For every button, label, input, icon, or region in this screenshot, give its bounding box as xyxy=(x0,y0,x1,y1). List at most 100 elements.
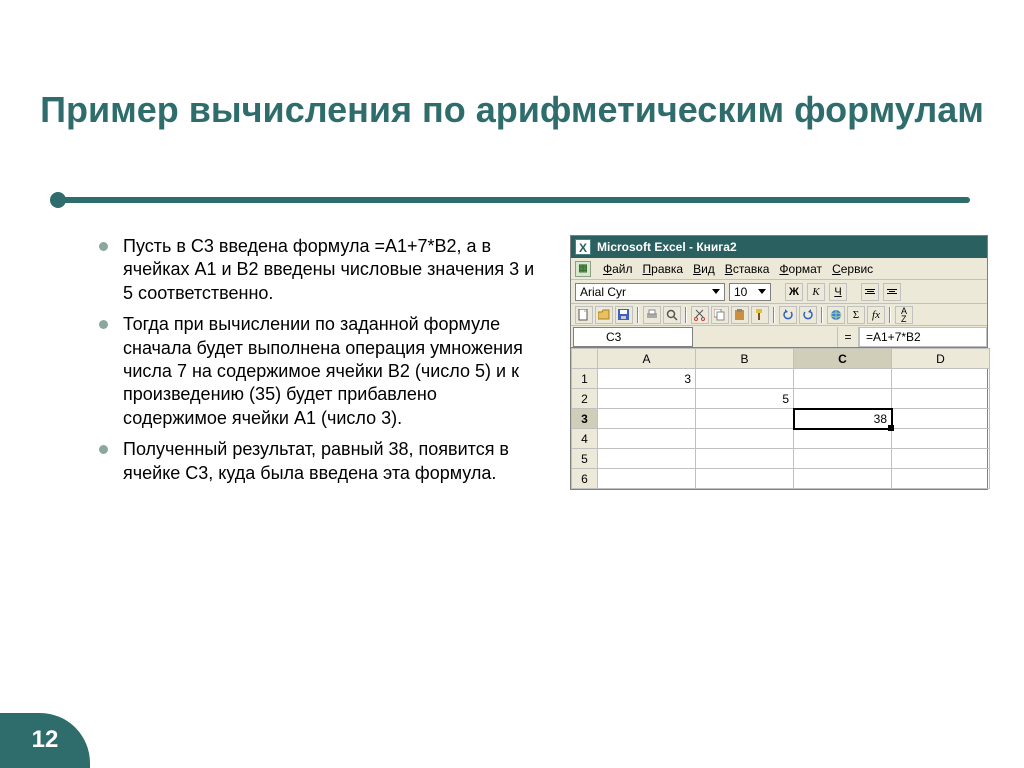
row-header-5[interactable]: 5 xyxy=(572,449,598,469)
copy-icon[interactable] xyxy=(711,306,729,324)
menu-tools[interactable]: Сервис xyxy=(832,262,873,276)
page-number: 12 xyxy=(20,726,70,754)
cell-C3-active[interactable]: 38 xyxy=(794,409,892,429)
cell-C5[interactable] xyxy=(794,449,892,469)
toolbar-separator xyxy=(821,307,823,323)
print-preview-icon[interactable] xyxy=(663,306,681,324)
cut-icon[interactable] xyxy=(691,306,709,324)
grid-row: 2 5 xyxy=(572,389,990,409)
italic-button[interactable]: К xyxy=(807,283,825,301)
row-header-2[interactable]: 2 xyxy=(572,389,598,409)
function-icon[interactable]: fx xyxy=(867,306,885,324)
row-header-6[interactable]: 6 xyxy=(572,469,598,489)
paste-icon[interactable] xyxy=(731,306,749,324)
chevron-down-icon xyxy=(712,289,720,294)
bullet-item: Пусть в С3 введена формула =А1+7*В2, а в… xyxy=(95,235,535,305)
excel-menubar: ▦ Файл Правка Вид Вставка Формат Сервис xyxy=(571,258,987,280)
format-painter-icon[interactable] xyxy=(751,306,769,324)
cell-A4[interactable] xyxy=(598,429,696,449)
cell-A1[interactable]: 3 xyxy=(598,369,696,389)
cell-C1[interactable] xyxy=(794,369,892,389)
cell-B5[interactable] xyxy=(696,449,794,469)
select-all-corner[interactable] xyxy=(572,349,598,369)
menu-edit[interactable]: Правка xyxy=(643,262,684,276)
excel-screenshot: X Microsoft Excel - Книга2 ▦ Файл Правка… xyxy=(570,235,988,490)
excel-doc-icon: ▦ xyxy=(575,261,591,277)
cell-D4[interactable] xyxy=(892,429,990,449)
cell-D2[interactable] xyxy=(892,389,990,409)
hyperlink-icon[interactable] xyxy=(827,306,845,324)
toolbar-separator xyxy=(685,307,687,323)
underline-button[interactable]: Ч xyxy=(829,283,847,301)
cell-C4[interactable] xyxy=(794,429,892,449)
excel-app-icon: X xyxy=(575,239,591,255)
excel-formula-bar: C3 = =A1+7*B2 xyxy=(571,326,987,348)
excel-window-title: Microsoft Excel - Книга2 xyxy=(597,240,737,254)
row-header-1[interactable]: 1 xyxy=(572,369,598,389)
cell-B2[interactable]: 5 xyxy=(696,389,794,409)
menu-file[interactable]: Файл xyxy=(603,262,633,276)
excel-titlebar: X Microsoft Excel - Книга2 xyxy=(571,236,987,258)
cell-D5[interactable] xyxy=(892,449,990,469)
toolbar-separator xyxy=(889,307,891,323)
menu-view[interactable]: Вид xyxy=(693,262,715,276)
cell-D1[interactable] xyxy=(892,369,990,389)
col-header-B[interactable]: B xyxy=(696,349,794,369)
align-left-button[interactable] xyxy=(861,283,879,301)
row-header-3[interactable]: 3 xyxy=(572,409,598,429)
bullet-list: Пусть в С3 введена формула =А1+7*В2, а в… xyxy=(95,235,535,493)
toolbar-separator xyxy=(773,307,775,323)
cell-B1[interactable] xyxy=(696,369,794,389)
excel-grid: A B C D 1 3 2 5 xyxy=(571,348,987,489)
font-name-dropdown[interactable]: Arial Cyr xyxy=(575,283,725,301)
equals-label: = xyxy=(837,327,859,347)
cell-B3[interactable] xyxy=(696,409,794,429)
sort-asc-icon[interactable]: AZ xyxy=(895,306,913,324)
row-header-4[interactable]: 4 xyxy=(572,429,598,449)
cell-D3[interactable] xyxy=(892,409,990,429)
autosum-icon[interactable]: Σ xyxy=(847,306,865,324)
cell-A3[interactable] xyxy=(598,409,696,429)
cell-B6[interactable] xyxy=(696,469,794,489)
underline-bar xyxy=(58,197,970,203)
cell-D6[interactable] xyxy=(892,469,990,489)
name-box[interactable]: C3 xyxy=(573,327,693,347)
cell-C6[interactable] xyxy=(794,469,892,489)
menu-format[interactable]: Формат xyxy=(779,262,822,276)
cell-A2[interactable] xyxy=(598,389,696,409)
save-icon[interactable] xyxy=(615,306,633,324)
cell-A5[interactable] xyxy=(598,449,696,469)
bullet-item: Полученный результат, равный 38, появитс… xyxy=(95,438,535,485)
cell-A6[interactable] xyxy=(598,469,696,489)
font-size-dropdown[interactable]: 10 xyxy=(729,283,771,301)
menu-insert[interactable]: Вставка xyxy=(725,262,770,276)
formula-input[interactable]: =A1+7*B2 xyxy=(859,327,987,347)
cell-C2[interactable] xyxy=(794,389,892,409)
title-underline xyxy=(50,192,970,208)
undo-icon[interactable] xyxy=(779,306,797,324)
grid-row: 5 xyxy=(572,449,990,469)
align-center-button[interactable] xyxy=(883,283,901,301)
cell-B4[interactable] xyxy=(696,429,794,449)
open-file-icon[interactable] xyxy=(595,306,613,324)
excel-format-toolbar: Arial Cyr 10 Ж К Ч xyxy=(571,280,987,304)
column-header-row: A B C D xyxy=(572,349,990,369)
print-icon[interactable] xyxy=(643,306,661,324)
slide-title: Пример вычисления по арифметическим форм… xyxy=(0,88,1024,131)
col-header-A[interactable]: A xyxy=(598,349,696,369)
grid-row: 4 xyxy=(572,429,990,449)
grid-row: 1 3 xyxy=(572,369,990,389)
new-file-icon[interactable] xyxy=(575,306,593,324)
bold-button[interactable]: Ж xyxy=(785,283,803,301)
slide: Пример вычисления по арифметическим форм… xyxy=(0,0,1024,768)
col-header-C[interactable]: C xyxy=(794,349,892,369)
toolbar-separator xyxy=(637,307,639,323)
excel-standard-toolbar: Σ fx AZ xyxy=(571,304,987,326)
grid-row: 3 38 xyxy=(572,409,990,429)
redo-icon[interactable] xyxy=(799,306,817,324)
font-name-value: Arial Cyr xyxy=(580,285,626,299)
bullet-item: Тогда при вычислении по заданной формуле… xyxy=(95,313,535,430)
col-header-D[interactable]: D xyxy=(892,349,990,369)
font-size-value: 10 xyxy=(734,285,747,299)
chevron-down-icon xyxy=(758,289,766,294)
